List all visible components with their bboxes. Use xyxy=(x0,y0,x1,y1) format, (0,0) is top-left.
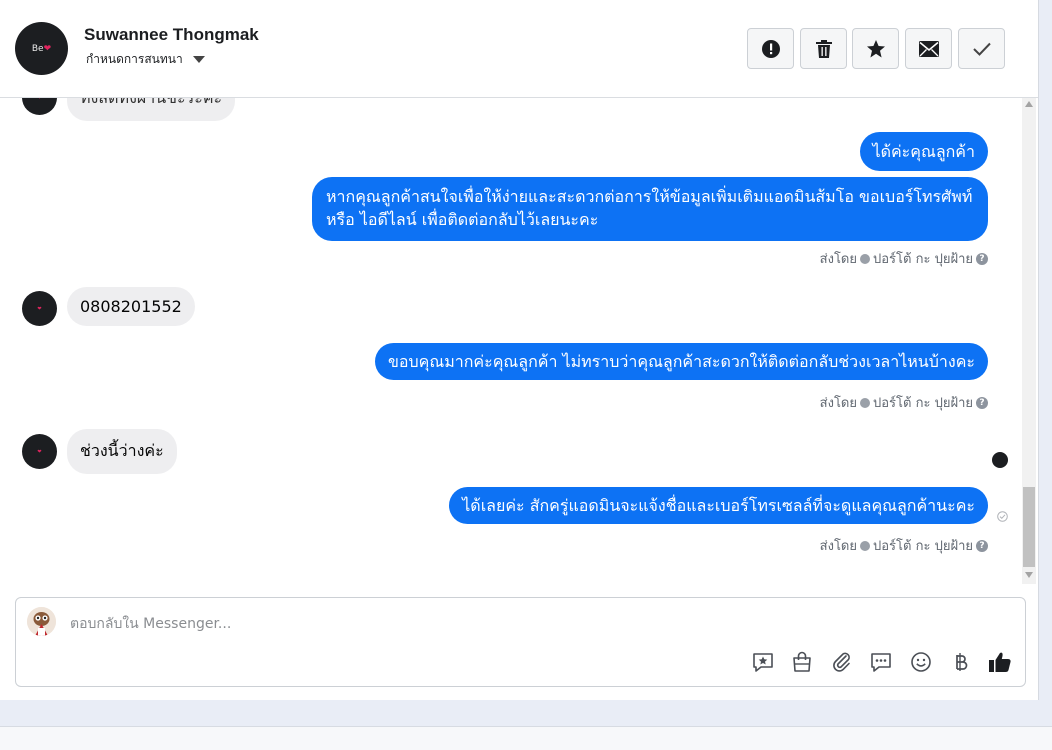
heart-icon: ❤ xyxy=(37,448,42,455)
heart-icon: ❤ xyxy=(43,43,52,54)
outgoing-message: หากคุณลูกค้าสนใจเพื่อให้ง่ายและสะดวกต่อก… xyxy=(312,177,988,241)
help-icon[interactable]: ? xyxy=(976,396,988,409)
shop-button[interactable] xyxy=(790,650,814,674)
incoming-message: 0808201552 xyxy=(67,287,195,326)
sent-by-label: ส่งโดย ปอร์โต้ กะ ปุยฝ้าย ? xyxy=(820,535,988,556)
conversation-header: Be ❤ Suwannee Thongmak กำหนดการสนทนา xyxy=(0,0,1038,98)
avatar-text: Be xyxy=(31,43,44,54)
contact-avatar[interactable]: Be ❤ xyxy=(15,22,68,75)
scrollbar-thumb[interactable] xyxy=(1023,487,1035,567)
mark-unread-button[interactable] xyxy=(905,28,952,69)
reply-input[interactable] xyxy=(68,612,972,636)
report-spam-button[interactable] xyxy=(747,28,794,69)
thumbs-up-icon xyxy=(989,652,1011,672)
delivered-check-icon xyxy=(997,511,1008,522)
assign-label: กำหนดการสนทนา xyxy=(86,52,183,66)
sent-by-agent[interactable]: ปอร์โต้ กะ ปุยฝ้าย xyxy=(873,535,973,556)
chat-icon xyxy=(871,653,891,672)
outgoing-message: ได้เลยค่ะ สักครู่แอดมินจะแจ้งชื่อและเบอร… xyxy=(449,487,988,524)
attachment-icon xyxy=(833,652,850,672)
contact-avatar-small: ❤ xyxy=(22,291,57,326)
sent-by-prefix: ส่งโดย xyxy=(819,252,857,267)
check-icon xyxy=(972,42,991,56)
page-avatar xyxy=(27,607,56,636)
chevron-down-icon xyxy=(192,56,205,63)
contact-avatar-small: ❤ xyxy=(22,98,57,115)
star-icon xyxy=(866,39,885,57)
message-list: ❤ ทั้งสัดทั้งผ่านชะระค่ะ ได้ค่ะคุณลูกค้า… xyxy=(0,98,1021,584)
seen-avatar xyxy=(992,452,1008,468)
sent-by-prefix: ส่งโดย xyxy=(819,539,857,554)
shop-bag-icon xyxy=(793,651,811,672)
trash-icon xyxy=(815,39,832,58)
bottom-strip xyxy=(0,726,1052,750)
agent-status-icon xyxy=(860,397,870,408)
sent-by-label: ส่งโดย ปอร์โต้ กะ ปุยฝ้าย ? xyxy=(820,248,988,269)
reply-composer xyxy=(15,597,1026,687)
like-button[interactable] xyxy=(988,650,1012,674)
agent-status-icon xyxy=(860,253,870,264)
incoming-message: ช่วงนี้ว่างค่ะ xyxy=(67,429,177,474)
scroll-down-arrow[interactable] xyxy=(1025,572,1033,578)
saved-reply-icon xyxy=(753,653,773,672)
outgoing-message: ขอบคุณมากค่ะคุณลูกค้า ไม่ทราบว่าคุณลูกค้… xyxy=(374,343,988,380)
emoji-button[interactable] xyxy=(909,650,933,674)
delete-button[interactable] xyxy=(800,28,847,69)
assign-conversation-dropdown[interactable]: กำหนดการสนทนา xyxy=(86,50,205,69)
baht-icon xyxy=(956,653,968,671)
help-icon[interactable]: ? xyxy=(976,252,988,265)
contact-name[interactable]: Suwannee Thongmak xyxy=(84,25,259,45)
sent-by-label: ส่งโดย ปอร์โต้ กะ ปุยฝ้าย ? xyxy=(820,392,988,413)
help-icon[interactable]: ? xyxy=(976,539,988,552)
outgoing-message: ได้ค่ะคุณลูกค้า xyxy=(859,132,988,171)
mark-done-button[interactable] xyxy=(958,28,1005,69)
scroll-up-arrow[interactable] xyxy=(1025,101,1033,107)
owl-mascot-icon xyxy=(27,607,56,636)
sent-by-agent[interactable]: ปอร์โต้ กะ ปุยฝ้าย xyxy=(873,392,973,413)
star-button[interactable] xyxy=(852,28,899,69)
saved-reply-button[interactable] xyxy=(751,650,775,674)
sent-by-agent[interactable]: ปอร์โต้ กะ ปุยฝ้าย xyxy=(873,248,973,269)
conversation-window: Be ❤ Suwannee Thongmak กำหนดการสนทนา ได้… xyxy=(0,0,1039,700)
attach-button[interactable] xyxy=(830,650,854,674)
emoji-icon xyxy=(911,652,931,672)
chat-suggestions-button[interactable] xyxy=(869,650,893,674)
heart-icon: ❤ xyxy=(37,98,41,101)
payment-button[interactable] xyxy=(949,650,973,674)
incoming-message: ทั้งสัดทั้งผ่านชะระค่ะ xyxy=(67,98,236,121)
heart-icon: ❤ xyxy=(37,305,42,312)
contact-avatar-small: ❤ xyxy=(22,434,57,469)
agent-status-icon xyxy=(860,540,870,551)
alert-icon xyxy=(761,39,780,58)
sent-by-prefix: ส่งโดย xyxy=(819,396,857,411)
envelope-icon xyxy=(918,40,939,57)
